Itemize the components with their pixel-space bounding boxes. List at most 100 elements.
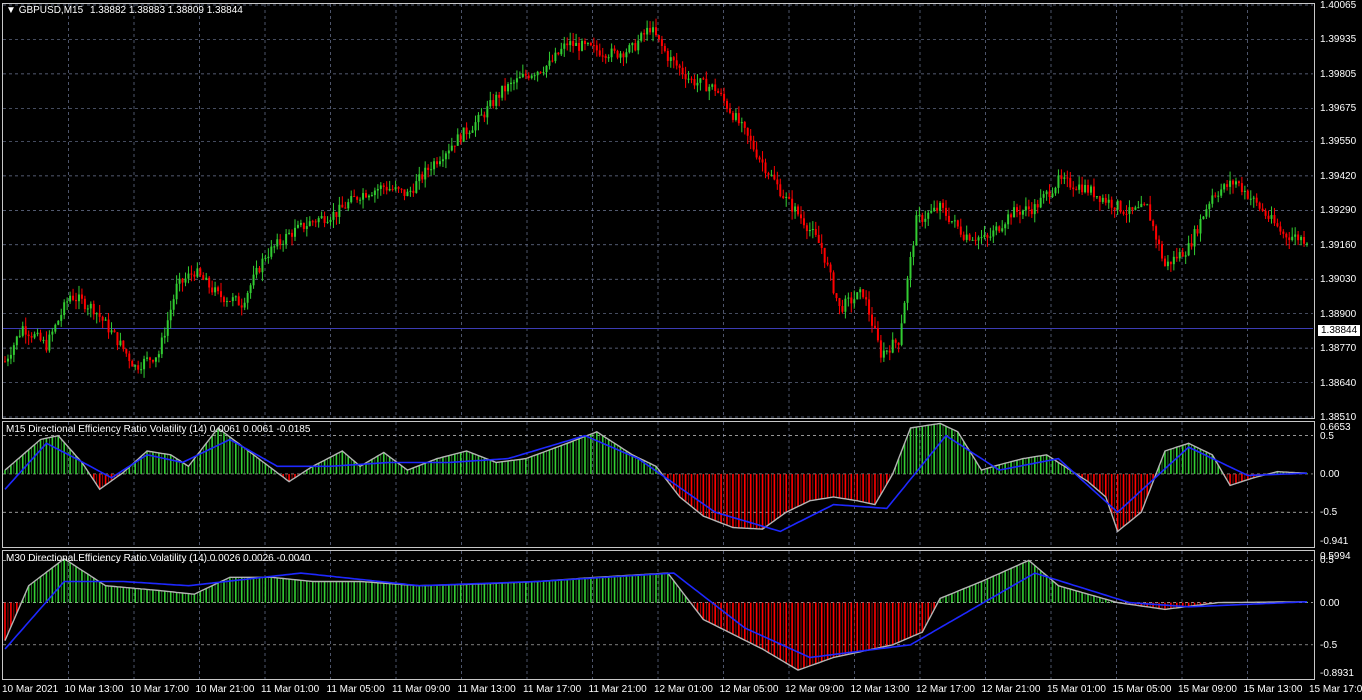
- candle-body: [933, 207, 936, 211]
- candle-body: [607, 57, 610, 59]
- candle-body: [353, 196, 356, 198]
- time-tick-label: 11 Mar 17:00: [523, 684, 582, 695]
- candle-body: [1279, 226, 1282, 232]
- candle-body: [385, 186, 388, 191]
- candle-body: [15, 336, 18, 346]
- candle-body: [1149, 204, 1152, 221]
- indicator-tick-label: 0.5: [1320, 430, 1334, 442]
- candle-body: [1187, 243, 1190, 256]
- candle-body: [764, 162, 767, 174]
- candle-body: [379, 185, 382, 189]
- candle-body: [610, 48, 613, 58]
- candle-body: [968, 234, 971, 241]
- indicator-tick-label: 0.5: [1320, 555, 1334, 567]
- candle-body: [992, 230, 995, 237]
- candle-body: [1175, 256, 1178, 259]
- candle-body: [45, 339, 48, 351]
- candle-body: [1261, 208, 1264, 211]
- candle-body: [1033, 204, 1036, 215]
- price-tick-label: 1.39290: [1320, 205, 1357, 217]
- time-tick-label: 15 Mar 13:00: [1243, 684, 1303, 695]
- candle-body: [196, 268, 199, 277]
- candle-body: [1024, 206, 1027, 211]
- indicator-m30-pane[interactable]: [2, 550, 1315, 680]
- candle-body: [54, 324, 57, 332]
- candle-body: [370, 195, 373, 197]
- candle-body: [1066, 177, 1069, 179]
- candle-body: [936, 207, 939, 211]
- candle-body: [1282, 231, 1285, 234]
- candle-body: [693, 79, 696, 86]
- candle-body: [808, 230, 811, 232]
- candle-body: [359, 199, 362, 201]
- candle-body: [1214, 195, 1217, 197]
- candle-body: [616, 50, 619, 58]
- candle-body: [80, 294, 83, 299]
- candle-body: [998, 226, 1001, 232]
- candle-body: [436, 161, 439, 165]
- price-tick-label: 1.39675: [1320, 103, 1357, 115]
- candle-body: [1092, 186, 1095, 198]
- candle-body: [163, 335, 166, 338]
- candle-body: [317, 218, 320, 223]
- candle-body: [137, 365, 140, 370]
- candle-body: [202, 275, 205, 280]
- candle-body: [720, 92, 723, 94]
- candle-body: [776, 179, 779, 185]
- candle-body: [128, 353, 131, 362]
- candle-body: [418, 174, 421, 182]
- candle-body: [140, 369, 143, 371]
- candle-body: [1007, 214, 1010, 225]
- candle-body: [625, 52, 628, 58]
- candle-body: [814, 228, 817, 235]
- time-tick-label: 10 Mar 13:00: [64, 684, 124, 695]
- time-tick-label: 11 Mar 13:00: [457, 684, 516, 695]
- candle-body: [953, 220, 956, 222]
- candle-body: [711, 84, 714, 87]
- candle-body: [930, 210, 933, 213]
- candle-body: [1004, 224, 1007, 229]
- candle-body: [944, 207, 947, 216]
- candle-body: [631, 43, 634, 46]
- candle-body: [323, 216, 326, 223]
- candle-body: [246, 292, 249, 303]
- candle-body: [104, 319, 107, 321]
- candle-body: [906, 278, 909, 303]
- candle-body: [1234, 181, 1237, 185]
- candle-body: [249, 285, 252, 293]
- candle-body: [4, 361, 6, 363]
- candle-body: [974, 239, 977, 241]
- candle-body: [450, 145, 453, 151]
- candle-body: [909, 256, 912, 279]
- candle-body: [551, 60, 554, 62]
- candle-body: [524, 73, 527, 76]
- candle-body: [424, 167, 427, 180]
- candle-body: [989, 236, 992, 238]
- symbol-name: GBPUSD,M15: [18, 5, 84, 16]
- candle-body: [110, 330, 113, 333]
- collapse-triangle-icon[interactable]: ▼: [6, 5, 16, 16]
- candle-body: [326, 221, 329, 223]
- candle-body: [749, 135, 752, 141]
- indicator-m15-pane[interactable]: [2, 421, 1315, 548]
- candle-body: [60, 315, 63, 321]
- candle-body: [687, 78, 690, 80]
- candle-body: [563, 43, 566, 49]
- candle-body: [33, 334, 36, 338]
- candle-body: [799, 214, 802, 219]
- candle-body: [1069, 178, 1072, 188]
- candle-body: [477, 114, 480, 123]
- candle-body: [921, 215, 924, 222]
- current-price-tag: 1.38844: [1317, 324, 1362, 337]
- candle-body: [107, 319, 110, 333]
- candle-body: [24, 326, 27, 335]
- candle-body: [728, 108, 731, 113]
- candle-body: [912, 245, 915, 257]
- candle-body: [628, 45, 631, 53]
- candle-body: [276, 239, 279, 247]
- candle-body: [391, 188, 394, 190]
- candle-body: [646, 27, 649, 35]
- price-tick-label: 1.39420: [1320, 170, 1357, 182]
- candle-body: [702, 78, 705, 80]
- candle-body: [9, 354, 12, 359]
